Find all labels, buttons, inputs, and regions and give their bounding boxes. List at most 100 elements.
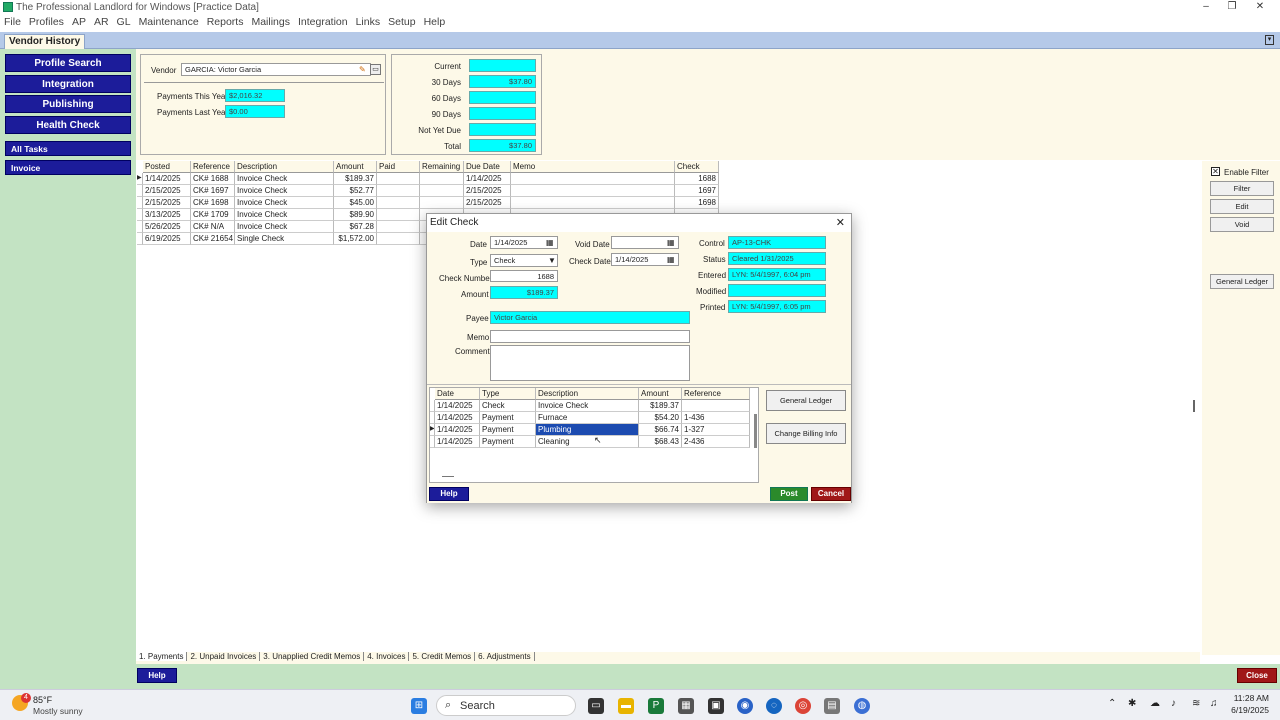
app-icon-round[interactable]: ◍ bbox=[854, 698, 870, 714]
dcol-reference[interactable]: Reference bbox=[682, 388, 750, 400]
post-button[interactable]: Post bbox=[770, 487, 808, 501]
dcol-date[interactable]: Date bbox=[435, 388, 480, 400]
col-due-date[interactable]: Due Date bbox=[464, 161, 511, 173]
tab-menu-icon[interactable]: ▾ bbox=[1265, 35, 1274, 45]
publishing-button[interactable]: Publishing bbox=[5, 95, 131, 113]
change-billing-info-button[interactable]: Change Billing Info bbox=[766, 423, 846, 444]
landlord-app-icon[interactable]: P bbox=[648, 698, 664, 714]
dcol-type[interactable]: Type bbox=[480, 388, 536, 400]
all-tasks-section[interactable]: All Tasks bbox=[5, 141, 131, 156]
col-check[interactable]: Check bbox=[675, 161, 719, 173]
comment-field[interactable] bbox=[490, 345, 690, 381]
tab-adjustments[interactable]: 6. Adjustments bbox=[475, 652, 535, 661]
integration-button[interactable]: Integration bbox=[5, 75, 131, 93]
dcol-amount[interactable]: Amount bbox=[639, 388, 682, 400]
menu-gl[interactable]: GL bbox=[113, 15, 135, 29]
chevron-down-icon[interactable]: ▼ bbox=[548, 256, 556, 265]
menu-maintenance[interactable]: Maintenance bbox=[135, 15, 203, 29]
cloud-icon[interactable]: ☁ bbox=[1150, 698, 1160, 709]
memo-field[interactable] bbox=[490, 330, 690, 343]
task-view-icon[interactable]: ▭ bbox=[588, 698, 604, 714]
table-row[interactable]: 2/15/2025 CK# 1697 Invoice Check $52.77 2/15… bbox=[137, 185, 719, 197]
col-posted[interactable]: Posted bbox=[143, 161, 191, 173]
close-button[interactable]: Close bbox=[1237, 668, 1277, 683]
menu-setup[interactable]: Setup bbox=[384, 15, 419, 29]
file-explorer-icon[interactable]: ▬ bbox=[618, 698, 634, 714]
payee-field[interactable]: Victor Garcia bbox=[490, 311, 690, 324]
dcol-description[interactable]: Description bbox=[536, 388, 639, 400]
dialog-close-icon[interactable]: ✕ bbox=[836, 216, 845, 229]
table-row[interactable]: ▶ 1/14/2025 CK# 1688 Invoice Check $189.37 1/… bbox=[137, 173, 719, 185]
amount-field[interactable]: $189.37 bbox=[490, 286, 558, 299]
dropbox-icon[interactable]: ✱ bbox=[1128, 698, 1136, 709]
menu-integration[interactable]: Integration bbox=[294, 15, 352, 29]
app-icon-gray[interactable]: ▤ bbox=[824, 698, 840, 714]
col-reference[interactable]: Reference bbox=[191, 161, 235, 173]
open-folder-icon[interactable]: ▭ bbox=[370, 64, 381, 75]
tab-unpaid-invoices[interactable]: 2. Unpaid Invoices bbox=[187, 652, 261, 661]
check-number-field[interactable]: 1688 bbox=[490, 270, 558, 282]
menu-links[interactable]: Links bbox=[352, 15, 385, 29]
weather-temp[interactable]: 85°F bbox=[33, 695, 52, 705]
distribution-row[interactable]: ▶ 1/14/2025 Payment Plumbing $66.74 1-327 bbox=[430, 424, 752, 436]
void-button[interactable]: Void bbox=[1210, 217, 1274, 232]
menu-file[interactable]: File bbox=[0, 15, 25, 29]
menu-ar[interactable]: AR bbox=[90, 15, 113, 29]
dialog-help-button[interactable]: Help bbox=[429, 487, 469, 501]
app-icon-sync[interactable]: ◌ bbox=[766, 698, 782, 714]
vendor-field[interactable]: GARCIA: Victor Garcia bbox=[181, 63, 371, 76]
calendar-icon[interactable]: ▦ bbox=[546, 238, 554, 247]
edit-button[interactable]: Edit bbox=[1210, 199, 1274, 214]
menu-reports[interactable]: Reports bbox=[203, 15, 248, 29]
maximize-icon[interactable]: ❐ bbox=[1222, 1, 1242, 12]
filter-button[interactable]: Filter bbox=[1210, 181, 1274, 196]
general-ledger-button[interactable]: General Ledger bbox=[1210, 274, 1274, 289]
enable-filter-checkbox[interactable]: ✕ bbox=[1211, 167, 1220, 176]
chrome-icon[interactable]: ◎ bbox=[795, 698, 811, 714]
invoice-section[interactable]: Invoice bbox=[5, 160, 131, 175]
wifi-icon[interactable]: ≋ bbox=[1192, 698, 1200, 709]
help-button[interactable]: Help bbox=[137, 668, 177, 683]
tab-payments[interactable]: 1. Payments bbox=[136, 652, 188, 661]
minimize-icon[interactable]: – bbox=[1196, 1, 1216, 12]
profile-search-button[interactable]: Profile Search bbox=[5, 54, 131, 72]
calendar-icon[interactable]: ▦ bbox=[667, 238, 675, 247]
col-paid[interactable]: Paid bbox=[377, 161, 420, 173]
chevron-up-icon[interactable]: ⌃ bbox=[1108, 698, 1116, 709]
tab-invoices[interactable]: 4. Invoices bbox=[364, 652, 410, 661]
distribution-cell[interactable]: Plumbing bbox=[536, 424, 639, 436]
lookup-icon[interactable]: ✎ bbox=[359, 65, 366, 74]
terminal-icon[interactable]: ▣ bbox=[708, 698, 724, 714]
dialog-general-ledger-button[interactable]: General Ledger bbox=[766, 390, 846, 411]
splitter-handle[interactable] bbox=[1193, 400, 1195, 412]
calendar-icon[interactable]: ▦ bbox=[667, 255, 675, 264]
calculator-icon[interactable]: ▦ bbox=[678, 698, 694, 714]
menu-ap[interactable]: AP bbox=[68, 15, 90, 29]
distribution-row[interactable]: 1/14/2025 Payment Cleaning $68.43 2-436 bbox=[430, 436, 752, 448]
tab-credit-memos[interactable]: 5. Credit Memos bbox=[409, 652, 476, 661]
health-check-button[interactable]: Health Check bbox=[5, 116, 131, 134]
app-icon-blue[interactable]: ◉ bbox=[737, 698, 753, 714]
col-amount[interactable]: Amount bbox=[334, 161, 377, 173]
col-remaining[interactable]: Remaining bbox=[420, 161, 464, 173]
volume-icon[interactable]: ♫ bbox=[1210, 698, 1218, 709]
table-row[interactable]: 2/15/2025 CK# 1698 Invoice Check $45.00 2/15… bbox=[137, 197, 719, 209]
menu-help[interactable]: Help bbox=[420, 15, 450, 29]
distribution-row[interactable]: 1/14/2025 Check Invoice Check $189.37 bbox=[430, 400, 752, 412]
distribution-row[interactable]: 1/14/2025 Payment Furnace $54.20 1-436 bbox=[430, 412, 752, 424]
col-memo[interactable]: Memo bbox=[511, 161, 675, 173]
clock-time[interactable]: 11:28 AM bbox=[1227, 693, 1269, 703]
menu-mailings[interactable]: Mailings bbox=[247, 15, 294, 29]
close-window-icon[interactable]: ✕ bbox=[1250, 1, 1270, 12]
microphone-icon[interactable]: ♪ bbox=[1171, 698, 1176, 709]
weather-desc[interactable]: Mostly sunny bbox=[33, 706, 83, 716]
clock-date[interactable]: 6/19/2025 bbox=[1227, 705, 1269, 715]
search-box[interactable]: ⌕ Search bbox=[436, 695, 576, 716]
menu-profiles[interactable]: Profiles bbox=[25, 15, 68, 29]
scrollbar[interactable] bbox=[754, 414, 757, 448]
cancel-button[interactable]: Cancel bbox=[811, 487, 851, 501]
col-description[interactable]: Description bbox=[235, 161, 334, 173]
windows-start-icon[interactable]: ⊞ bbox=[411, 698, 427, 714]
tab-unapplied-credit-memos[interactable]: 3. Unapplied Credit Memos bbox=[260, 652, 365, 661]
tab-vendor-history[interactable]: Vendor History bbox=[4, 34, 86, 50]
